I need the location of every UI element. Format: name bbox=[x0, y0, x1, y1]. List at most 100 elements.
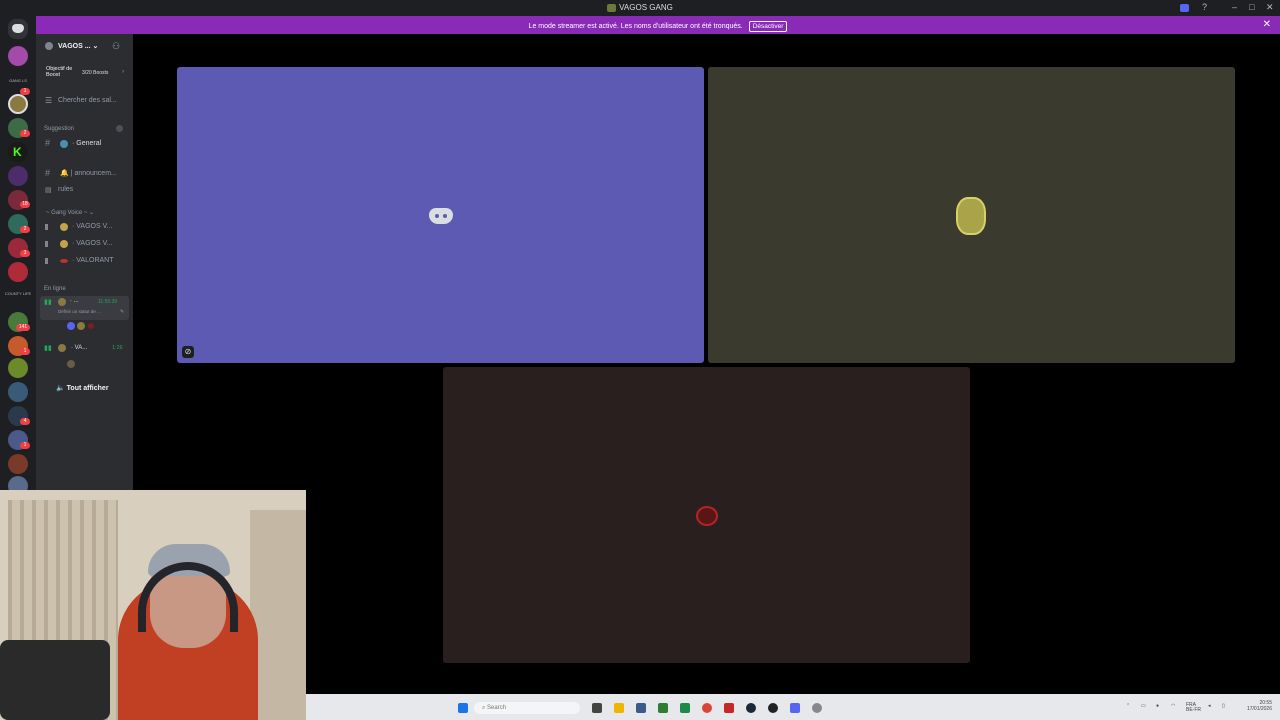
media-player-icon[interactable] bbox=[768, 703, 778, 713]
invite-people-icon[interactable]: ⚇ bbox=[112, 41, 120, 52]
category-gang-voice[interactable]: ~ Gang Voice ~ ⌄ bbox=[46, 209, 94, 216]
app-icon-green[interactable] bbox=[658, 703, 668, 713]
start-button-icon[interactable] bbox=[458, 703, 468, 713]
taskbar-search[interactable]: ⌕ Search bbox=[474, 702, 580, 714]
user-name: · ... bbox=[70, 298, 79, 304]
category-suggestion[interactable]: Suggestion bbox=[44, 126, 74, 132]
muted-mic-icon: ⊘ bbox=[182, 346, 194, 358]
discord-home-button[interactable] bbox=[8, 19, 28, 39]
volume-icon[interactable]: ◂ bbox=[1208, 703, 1211, 709]
discord-logo-icon bbox=[429, 208, 453, 224]
rules-icon: ▤ bbox=[45, 187, 52, 194]
user-avatar bbox=[67, 360, 75, 368]
valorant-emoji-icon bbox=[60, 259, 68, 263]
close-banner-icon[interactable]: ✕ bbox=[1263, 19, 1271, 30]
network-icon[interactable]: ▭ bbox=[1141, 703, 1146, 709]
speaker-icon: 🔈 bbox=[56, 385, 65, 392]
tray-chevron-icon[interactable]: ⌃ bbox=[1126, 703, 1130, 709]
voice-emoji-icon bbox=[60, 240, 68, 248]
live-voice-icon: ▮▮ bbox=[44, 345, 52, 352]
excel-icon[interactable] bbox=[680, 703, 690, 713]
user-avatar bbox=[67, 322, 75, 330]
task-view-icon[interactable] bbox=[592, 703, 602, 713]
gang-avatar bbox=[956, 197, 986, 235]
notification-badge: 1 bbox=[20, 442, 30, 449]
notification-badge: 2 bbox=[20, 130, 30, 137]
settings-icon[interactable] bbox=[812, 703, 822, 713]
session-timer: 1:26 bbox=[112, 345, 123, 351]
voice-channel-vagos-1[interactable]: · VAGOS V... bbox=[72, 223, 112, 230]
notification-badge: 18 bbox=[20, 201, 30, 208]
server-icon-kick[interactable]: K bbox=[8, 142, 28, 162]
help-icon[interactable]: ? bbox=[1202, 2, 1207, 12]
voice-emoji-icon bbox=[58, 298, 66, 306]
folder-label: GANG LS bbox=[9, 78, 27, 83]
server-icon-1[interactable] bbox=[8, 46, 28, 66]
discord-taskbar-icon[interactable] bbox=[790, 703, 800, 713]
online-label: En ligne bbox=[44, 286, 66, 292]
voice-user-row-2[interactable]: · VA... bbox=[71, 345, 87, 351]
webcam-overlay bbox=[0, 490, 306, 720]
clock[interactable]: 20:55 17/01/2026 bbox=[1244, 700, 1272, 712]
user-avatar bbox=[88, 323, 94, 329]
notification-badge: 2 bbox=[20, 226, 30, 233]
server-icon-13[interactable] bbox=[8, 382, 28, 402]
banner-message: Le mode streamer est activé. Les noms d'… bbox=[528, 23, 743, 30]
inbox-icon[interactable] bbox=[1180, 4, 1189, 12]
participant-tile-3[interactable] bbox=[443, 367, 970, 663]
close-window-button[interactable]: ✕ bbox=[1266, 2, 1274, 13]
live-voice-icon: ▮▮ bbox=[44, 299, 52, 306]
browse-channels[interactable]: Chercher des sal... bbox=[58, 97, 117, 104]
server-icon-16[interactable] bbox=[8, 454, 28, 474]
channel-sidebar: VAGOS ... ⌄ ⚇ Objectif de Boost 3/20 Boo… bbox=[36, 34, 133, 490]
server-rail: GANG LS K COUNTY LIFE 1 2 18 2 3 141 1 4… bbox=[0, 16, 36, 496]
minimize-button[interactable]: – bbox=[1232, 2, 1237, 12]
channel-announcements[interactable]: 🔔 | announcem... bbox=[60, 169, 117, 177]
chrome-icon[interactable] bbox=[702, 703, 712, 713]
chevron-down-icon: ⌄ bbox=[92, 43, 99, 50]
folder-label-2: COUNTY LIFE bbox=[4, 291, 32, 296]
voice-channel-valorant[interactable]: · VALORANT bbox=[72, 257, 114, 264]
steam-icon[interactable] bbox=[746, 703, 756, 713]
server-icon-9[interactable] bbox=[8, 262, 28, 282]
streamer-mode-banner: Le mode streamer est activé. Les noms d'… bbox=[36, 16, 1280, 34]
discord-logo-icon bbox=[12, 24, 24, 33]
server-name[interactable]: VAGOS ... ⌄ bbox=[58, 42, 98, 50]
set-status[interactable]: Définir un statut de ... bbox=[58, 309, 101, 314]
maximize-button[interactable]: □ bbox=[1249, 2, 1254, 12]
server-emblem-icon bbox=[45, 42, 53, 50]
edit-icon[interactable]: ✎ bbox=[120, 309, 124, 315]
speaker-icon bbox=[45, 241, 56, 247]
voice-user-row-1[interactable]: ▮▮ · ... 11:55:29 Définir un statut de .… bbox=[40, 296, 129, 320]
participant-tile-2[interactable] bbox=[708, 67, 1235, 363]
chair bbox=[0, 640, 110, 720]
chevron-right-icon: › bbox=[122, 69, 124, 75]
boost-count[interactable]: 3/20 Boosts bbox=[82, 70, 108, 76]
session-timer: 11:55:29 bbox=[98, 299, 118, 305]
mic-tray-icon[interactable]: ● bbox=[1156, 703, 1159, 709]
kick-icon: K bbox=[13, 145, 22, 159]
wifi-icon[interactable]: ◠ bbox=[1171, 703, 1175, 709]
boost-goal-label[interactable]: Objectif de Boost bbox=[46, 66, 76, 78]
store-icon[interactable] bbox=[636, 703, 646, 713]
user-avatar bbox=[77, 322, 85, 330]
channel-general[interactable]: · General bbox=[72, 140, 101, 147]
channel-rules[interactable]: rules bbox=[58, 186, 73, 193]
participant-tile-1[interactable]: ⊘ bbox=[177, 67, 704, 363]
browse-channels-icon: ☰ bbox=[45, 96, 53, 105]
voice-channel-vagos-2[interactable]: · VAGOS V... bbox=[72, 240, 112, 247]
battery-icon[interactable]: ▯ bbox=[1222, 703, 1225, 709]
file-explorer-icon[interactable] bbox=[614, 703, 624, 713]
app-icon-red[interactable] bbox=[724, 703, 734, 713]
server-icon-vagos[interactable] bbox=[8, 94, 28, 114]
server-icon-12[interactable] bbox=[8, 358, 28, 378]
disable-streamer-button[interactable]: Désactiver bbox=[748, 21, 788, 32]
server-icon-5[interactable] bbox=[8, 166, 28, 186]
category-settings-icon[interactable] bbox=[116, 125, 123, 132]
show-all-button[interactable]: 🔈 Tout afficher bbox=[56, 384, 109, 392]
door bbox=[250, 510, 306, 720]
keyboard-language[interactable]: FRA BE-FR bbox=[1186, 703, 1201, 713]
notification-badge: 4 bbox=[20, 418, 30, 425]
window-title: VAGOS GANG bbox=[0, 3, 1280, 12]
notification-badge: 1 bbox=[20, 348, 30, 355]
